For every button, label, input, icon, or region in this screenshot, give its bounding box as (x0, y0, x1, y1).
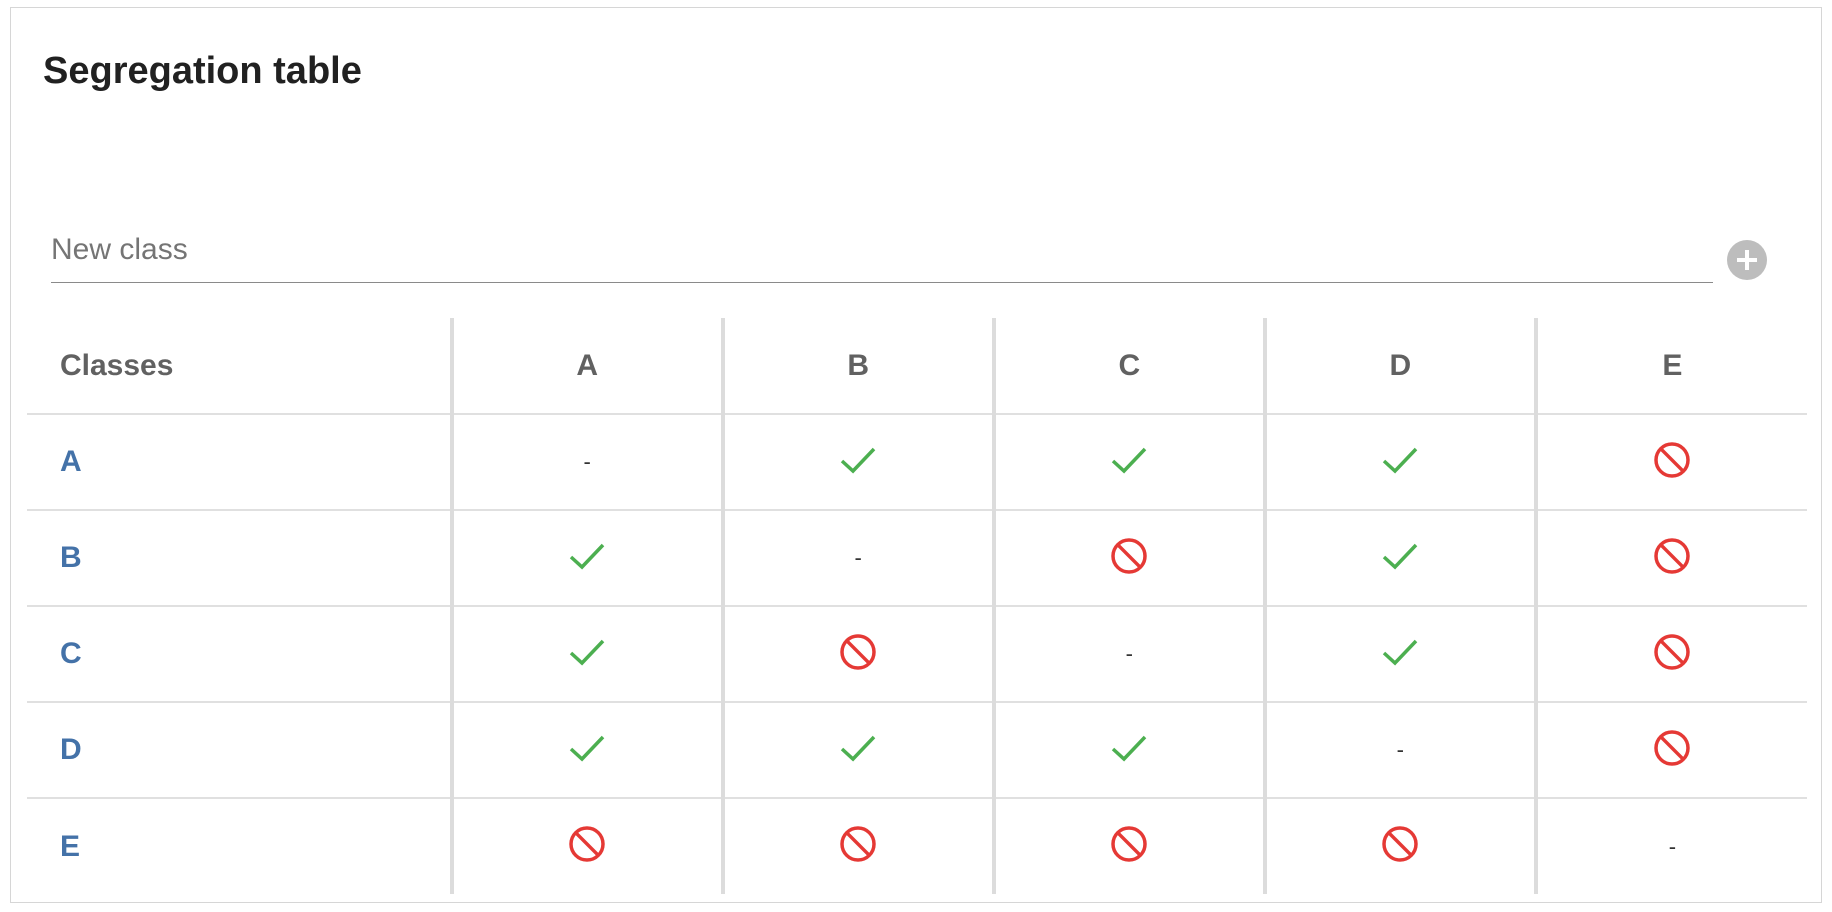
table-cell[interactable] (449, 606, 723, 703)
row-header-b[interactable]: B (27, 510, 452, 607)
check-icon (834, 436, 882, 484)
prohibited-icon (1105, 820, 1153, 868)
table-cell[interactable] (991, 510, 1265, 607)
check-icon (1376, 532, 1424, 580)
column-header-a: A (449, 318, 723, 415)
table-cell[interactable] (1533, 606, 1807, 703)
prohibited-icon (834, 628, 882, 676)
page-title: Segregation table (43, 50, 362, 92)
check-icon (563, 628, 611, 676)
column-header-d: D (1262, 318, 1536, 415)
prohibited-icon (1648, 628, 1696, 676)
row-header-c[interactable]: C (27, 606, 452, 703)
classes-header: Classes (27, 318, 452, 415)
prohibited-icon (1376, 820, 1424, 868)
table-cell: - (720, 510, 994, 607)
check-icon (1105, 436, 1153, 484)
check-icon (563, 532, 611, 580)
table-cell[interactable] (449, 702, 723, 799)
check-icon (563, 724, 611, 772)
row-header-d[interactable]: D (27, 702, 452, 799)
diagonal-dash: - (854, 545, 862, 570)
prohibited-icon (1105, 532, 1153, 580)
table-cell[interactable] (720, 702, 994, 799)
prohibited-icon (1648, 532, 1696, 580)
check-icon (834, 724, 882, 772)
prohibited-icon (834, 820, 882, 868)
segregation-panel: Segregation table Classes A B C D E (10, 7, 1822, 903)
table-cell[interactable] (449, 510, 723, 607)
check-icon (1376, 436, 1424, 484)
table-row: A- (27, 414, 1807, 511)
table-cell[interactable] (1533, 510, 1807, 607)
check-icon (1105, 724, 1153, 772)
segregation-table: Classes A B C D E A-B-C-D-E- (27, 318, 1807, 894)
table-cell[interactable] (991, 798, 1265, 894)
table-cell: - (449, 414, 723, 511)
table-cell[interactable] (720, 606, 994, 703)
table-cell[interactable] (449, 798, 723, 894)
diagonal-dash: - (583, 449, 591, 474)
table-cell: - (1533, 798, 1807, 894)
diagonal-dash: - (1668, 833, 1677, 859)
table-cell[interactable] (1533, 414, 1807, 511)
table-cell[interactable] (1262, 510, 1536, 607)
new-class-field (51, 224, 1713, 283)
table-body: A-B-C-D-E- (27, 414, 1807, 894)
header-row: Classes A B C D E (27, 318, 1807, 415)
column-header-e: E (1533, 318, 1807, 415)
row-header-a[interactable]: A (27, 414, 452, 511)
table-row: D- (27, 702, 1807, 799)
table-cell[interactable] (991, 414, 1265, 511)
table-cell[interactable] (1262, 414, 1536, 511)
table-cell: - (991, 606, 1265, 703)
table-cell: - (1262, 702, 1536, 799)
row-header-e[interactable]: E (27, 798, 452, 894)
check-icon (1376, 628, 1424, 676)
table-row: B- (27, 510, 1807, 607)
table-row: E- (27, 798, 1807, 894)
prohibited-icon (1648, 724, 1696, 772)
diagonal-dash: - (1396, 737, 1404, 762)
table-row: C- (27, 606, 1807, 703)
add-class-button[interactable] (1727, 240, 1767, 280)
diagonal-dash: - (1125, 641, 1133, 666)
plus-icon (1737, 250, 1757, 270)
table-cell[interactable] (1533, 702, 1807, 799)
prohibited-icon (1648, 436, 1696, 484)
table-cell[interactable] (1262, 606, 1536, 703)
column-header-c: C (991, 318, 1265, 415)
prohibited-icon (563, 820, 611, 868)
new-class-input[interactable] (51, 224, 1713, 276)
table-cell[interactable] (720, 414, 994, 511)
table-cell[interactable] (1262, 798, 1536, 894)
table-cell[interactable] (991, 702, 1265, 799)
table-cell[interactable] (720, 798, 994, 894)
column-header-b: B (720, 318, 994, 415)
